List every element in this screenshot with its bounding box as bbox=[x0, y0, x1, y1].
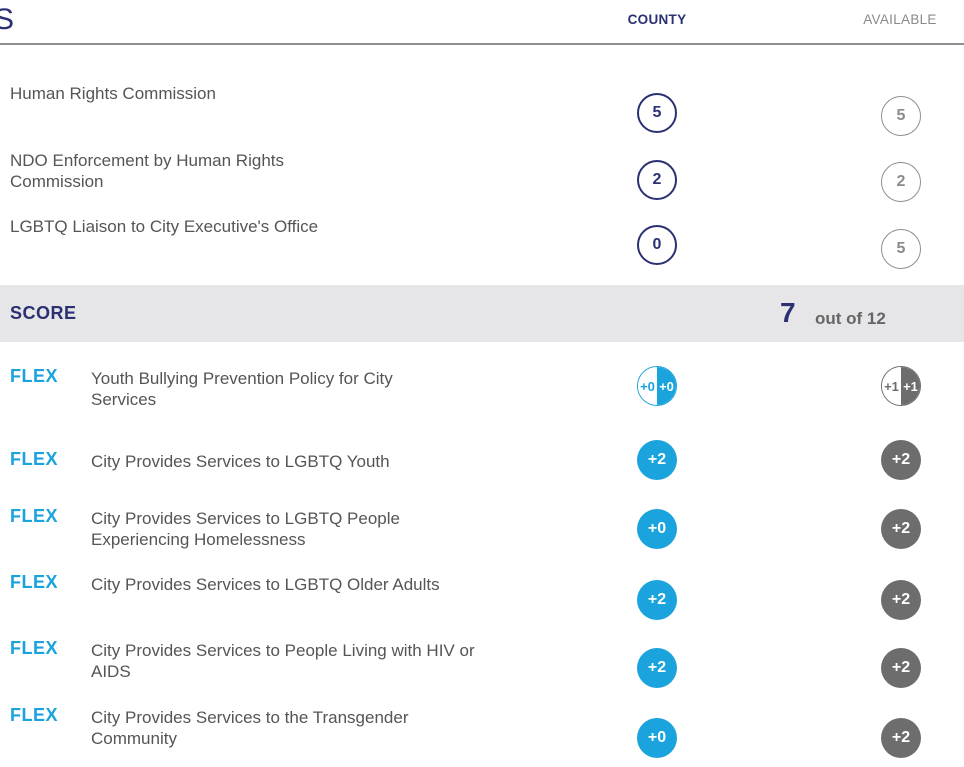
available-score-circle: +2 bbox=[881, 718, 921, 758]
county-score-circle: +0 bbox=[637, 718, 677, 758]
score-value: 7 bbox=[780, 297, 796, 328]
score-out-of: out of 12 bbox=[815, 309, 886, 328]
county-score-circle: 5 bbox=[637, 93, 677, 133]
county-split-left: +0 bbox=[638, 367, 657, 405]
county-split-right: +0 bbox=[657, 367, 676, 405]
score-label: SCORE bbox=[10, 303, 77, 323]
county-score-circle: +2 bbox=[637, 440, 677, 480]
flex-tag: FLEX bbox=[10, 449, 59, 469]
flex-item-label: City Provides Services to LGBTQ Youth bbox=[91, 452, 390, 471]
available-score-circle: +2 bbox=[881, 440, 921, 480]
flex-item-label: City Provides Services to People Living … bbox=[91, 641, 475, 681]
county-score-circle: +2 bbox=[637, 648, 677, 688]
flex-tag: FLEX bbox=[10, 366, 59, 386]
item-label: LGBTQ Liaison to City Executive's Office bbox=[10, 217, 319, 236]
available-score-circle: +2 bbox=[881, 648, 921, 688]
flex-tag: FLEX bbox=[10, 638, 59, 658]
flex-item-label: City Provides Services to the Transgende… bbox=[91, 708, 409, 748]
county-score-circle: 2 bbox=[637, 160, 677, 200]
item-label: Human Rights Commission bbox=[10, 84, 216, 103]
county-score-circle: 0 bbox=[637, 225, 677, 265]
available-split-left: +1 bbox=[882, 367, 901, 405]
item-label: NDO Enforcement by Human Rights Commissi… bbox=[10, 151, 284, 191]
available-score-circle: 5 bbox=[881, 229, 921, 269]
available-split-right: +1 bbox=[901, 367, 920, 405]
available-split-score-circle: +1 +1 bbox=[881, 366, 921, 406]
flex-tag: FLEX bbox=[10, 506, 59, 526]
available-score-circle: 5 bbox=[881, 96, 921, 136]
column-header-available: AVAILABLE bbox=[863, 12, 937, 27]
flex-item-label: City Provides Services to LGBTQ People E… bbox=[91, 509, 400, 549]
available-score-circle: 2 bbox=[881, 162, 921, 202]
county-score-circle: +0 bbox=[637, 509, 677, 549]
county-split-score-circle: +0 +0 bbox=[637, 366, 677, 406]
flex-tag: FLEX bbox=[10, 572, 59, 592]
flex-item-label: Youth Bullying Prevention Policy for Cit… bbox=[91, 369, 393, 409]
county-score-circle: +2 bbox=[637, 580, 677, 620]
available-score-circle: +2 bbox=[881, 509, 921, 549]
header-divider bbox=[0, 43, 964, 45]
column-header-county: COUNTY bbox=[627, 12, 687, 27]
section-title-fragment: S bbox=[0, 3, 15, 36]
flex-item-label: City Provides Services to LGBTQ Older Ad… bbox=[91, 575, 440, 594]
flex-tag: FLEX bbox=[10, 705, 59, 725]
available-score-circle: +2 bbox=[881, 580, 921, 620]
